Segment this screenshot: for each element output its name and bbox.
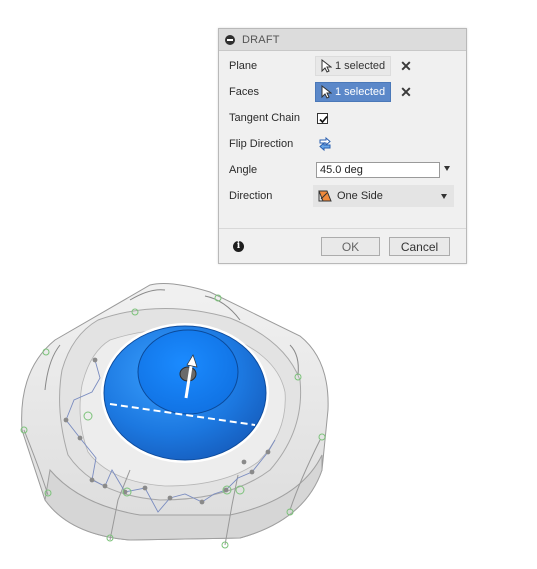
- info-icon[interactable]: i: [233, 241, 244, 252]
- selected-face[interactable]: [101, 323, 269, 463]
- tangent-chain-checkbox[interactable]: [317, 112, 328, 124]
- flip-direction-row: Flip Direction: [219, 133, 466, 155]
- faces-row: Faces 1 selected ✕: [219, 81, 466, 103]
- plane-row: Plane 1 selected ✕: [219, 55, 466, 77]
- angle-dropdown-arrow[interactable]: [444, 166, 450, 171]
- minus-circle-icon[interactable]: [225, 34, 235, 45]
- angle-input[interactable]: [316, 162, 440, 178]
- checkmark-icon: [319, 115, 328, 123]
- plane-label: Plane: [229, 60, 258, 72]
- faces-label: Faces: [229, 86, 259, 98]
- cursor-arrow-icon: [321, 59, 332, 73]
- tangent-chain-row: Tangent Chain: [219, 107, 466, 129]
- flip-direction-label: Flip Direction: [229, 138, 294, 150]
- flip-direction-icon[interactable]: [317, 136, 333, 152]
- faces-selection-button[interactable]: 1 selected: [315, 82, 391, 102]
- direction-value: One Side: [337, 190, 383, 202]
- plane-selection-text: 1 selected: [335, 60, 386, 72]
- direction-label: Direction: [229, 190, 273, 202]
- angle-row: Angle: [219, 159, 466, 181]
- faces-selection-text: 1 selected: [335, 86, 386, 98]
- direction-row: Direction One Side: [219, 185, 466, 207]
- close-x-icon[interactable]: ✕: [400, 85, 412, 99]
- chevron-down-icon: [441, 194, 447, 199]
- angle-label: Angle: [229, 164, 258, 176]
- dialog-divider: [219, 228, 466, 229]
- dialog-header[interactable]: DRAFT: [219, 29, 466, 51]
- cursor-arrow-icon: [321, 85, 332, 99]
- plane-selection-button[interactable]: 1 selected: [315, 56, 391, 76]
- close-x-icon[interactable]: ✕: [400, 59, 412, 73]
- dialog-title: DRAFT: [242, 33, 280, 46]
- one-side-draft-icon: [318, 190, 332, 202]
- direction-dropdown[interactable]: One Side: [313, 185, 454, 207]
- draft-dialog: DRAFT Plane 1 selected ✕ Faces 1 selecte…: [218, 28, 467, 264]
- tangent-chain-label: Tangent Chain: [229, 112, 300, 124]
- ok-button[interactable]: OK: [321, 237, 380, 256]
- cancel-button[interactable]: Cancel: [389, 237, 450, 256]
